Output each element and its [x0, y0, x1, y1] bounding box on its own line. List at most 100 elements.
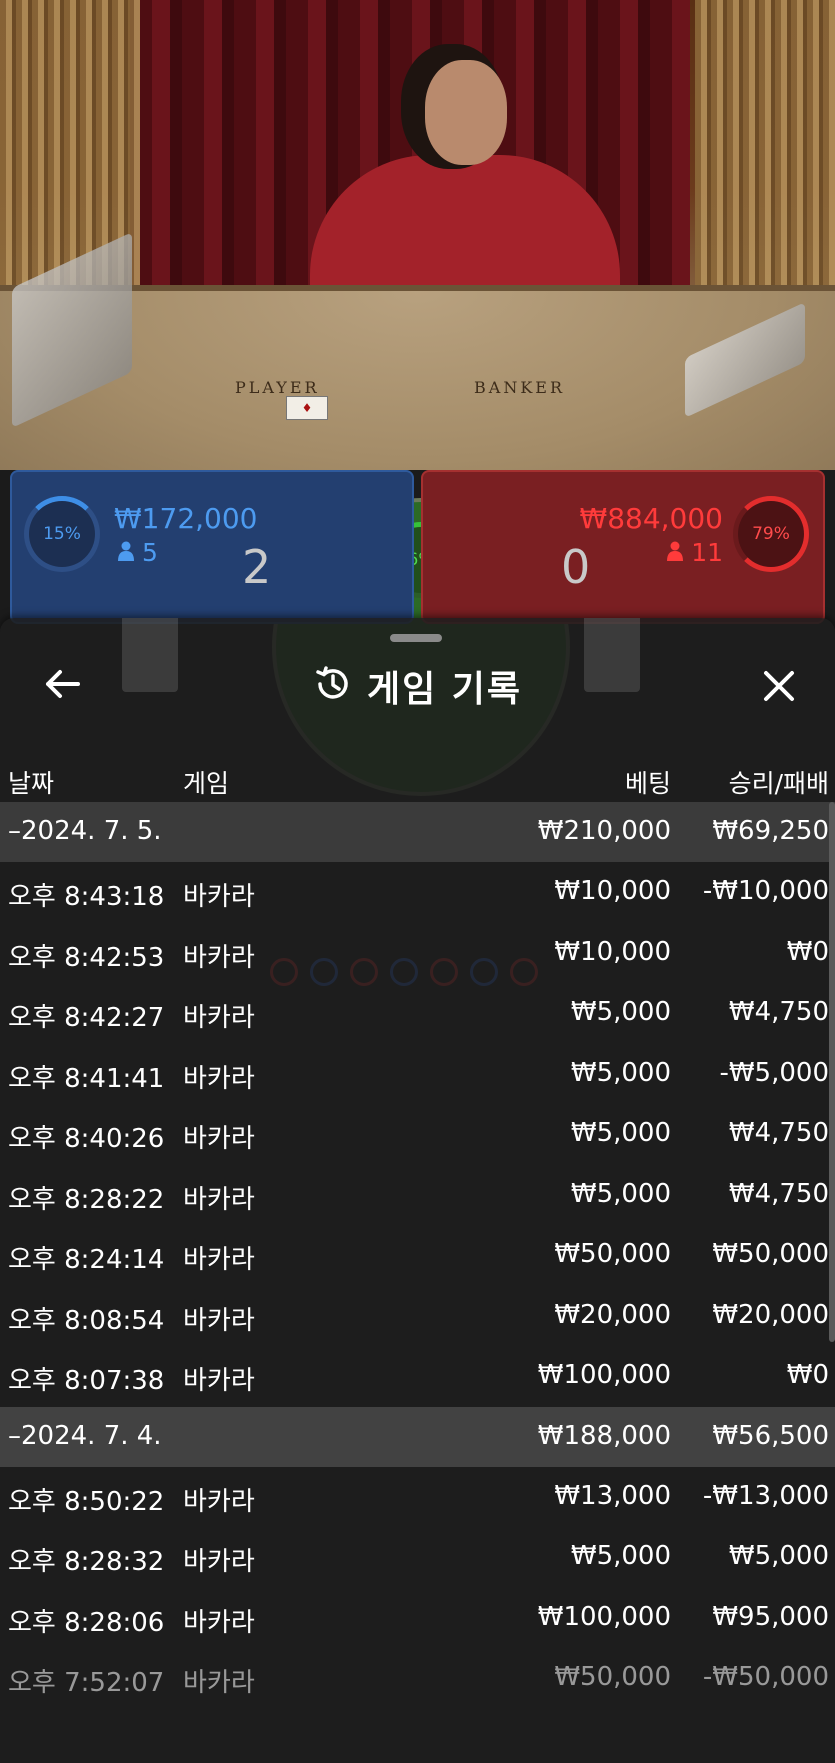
row-game: 바카라 [183, 1003, 255, 1033]
row-result: ₩5,000 [728, 1541, 829, 1571]
row-date: –2024. 7. 5. [8, 816, 162, 846]
column-header-result[interactable]: 승리/패배 [729, 764, 829, 800]
row-date: 오후 8:28:22 [8, 1184, 165, 1215]
player-bet-panel[interactable]: 15% ₩172,000 5 2 [10, 470, 414, 624]
person-icon [667, 538, 691, 567]
row-date: –2024. 7. 4. [8, 1420, 162, 1451]
table-row[interactable]: 오후 8:41:41 바카라 ₩5,000 -₩5,000 [0, 1044, 835, 1105]
history-clock-icon [313, 664, 353, 708]
sheet-title: 게임 기록 [366, 669, 522, 710]
table-row[interactable]: 오후 8:40:26 바카라 ₩5,000 ₩4,750 [0, 1104, 835, 1165]
row-bet: ₩10,000 [554, 876, 671, 906]
row-game: 바카라 [183, 1486, 255, 1517]
close-button[interactable] [753, 662, 805, 714]
row-result: ₩50,000 [712, 1239, 829, 1269]
row-bet: ₩50,000 [554, 1239, 671, 1269]
close-icon [762, 669, 796, 707]
row-game: 바카라 [183, 882, 255, 912]
column-header-game[interactable]: 게임 [183, 764, 229, 800]
row-bet: ₩20,000 [554, 1299, 671, 1330]
table-player-label: PLAYER [235, 378, 320, 397]
row-bet: ₩188,000 [537, 1420, 671, 1451]
player-score: 2 [242, 540, 272, 594]
dealer-head [425, 60, 507, 165]
table-row[interactable]: 오후 8:07:38 바카라 ₩100,000 ₩0 [0, 1346, 835, 1407]
row-date: 오후 7:52:07 [8, 1668, 165, 1698]
row-game: 바카라 [183, 1668, 255, 1698]
row-result: ₩4,750 [728, 997, 829, 1027]
row-result: ₩56,500 [712, 1420, 829, 1451]
table-row[interactable]: 오후 7:52:07 바카라 ₩50,000 -₩50,000 [0, 1648, 835, 1709]
row-result: -₩50,000 [702, 1662, 829, 1692]
row-date: 오후 8:42:27 [8, 1003, 165, 1033]
banker-total-amount: ₩884,000 [579, 502, 723, 535]
row-date: 오후 8:08:54 [8, 1305, 165, 1336]
row-game: 바카라 [183, 1245, 255, 1275]
row-bet: ₩50,000 [554, 1662, 671, 1692]
table-row[interactable]: 오후 8:42:53 바카라 ₩10,000 ₩0 [0, 923, 835, 984]
game-history-sheet: 게임 기록 날짜 게임 베팅 승리/패배 –2024. 7. 5. ₩210,00… [0, 618, 835, 1763]
row-result: -₩5,000 [719, 1057, 829, 1088]
row-date: 오후 8:24:14 [8, 1245, 165, 1275]
row-date: 오후 8:42:53 [8, 942, 165, 973]
sheet-header: 게임 기록 [0, 660, 835, 712]
banker-bettor-number: 11 [691, 538, 723, 567]
table-row[interactable]: 오후 8:50:22 바카라 ₩13,000 -₩13,000 [0, 1467, 835, 1528]
row-result: ₩69,250 [712, 816, 829, 846]
drag-handle[interactable] [390, 634, 442, 642]
table-row[interactable]: 오후 8:24:14 바카라 ₩50,000 ₩50,000 [0, 1225, 835, 1286]
row-bet: ₩5,000 [570, 1057, 671, 1088]
row-date: 오후 8:07:38 [8, 1366, 165, 1396]
row-game: 바카라 [183, 1607, 255, 1638]
banker-bet-panel[interactable]: 0 ₩884,000 11 79% [421, 470, 825, 624]
table-row[interactable]: 오후 8:42:27 바카라 ₩5,000 ₩4,750 [0, 983, 835, 1044]
row-game: 바카라 [183, 942, 255, 973]
row-bet: ₩100,000 [537, 1601, 671, 1632]
row-game: 바카라 [183, 1366, 255, 1396]
row-result: ₩4,750 [728, 1118, 829, 1148]
row-bet: ₩5,000 [570, 1178, 671, 1209]
row-result: -₩10,000 [702, 876, 829, 906]
player-percent-ring: 15% [24, 496, 100, 572]
table-banker-label: BANKER [474, 378, 565, 397]
table-row[interactable]: 오후 8:28:32 바카라 ₩5,000 ₩5,000 [0, 1527, 835, 1588]
date-group-row[interactable]: –2024. 7. 4. ₩188,000 ₩56,500 [0, 1406, 835, 1467]
row-date: 오후 8:43:18 [8, 882, 165, 912]
row-game: 바카라 [183, 1305, 255, 1336]
player-total-amount: ₩172,000 [114, 502, 258, 535]
scrollbar[interactable] [829, 802, 835, 1342]
table-row[interactable]: 오후 8:28:22 바카라 ₩5,000 ₩4,750 [0, 1165, 835, 1226]
table-row[interactable]: 오후 8:08:54 바카라 ₩20,000 ₩20,000 [0, 1286, 835, 1347]
table-row[interactable]: 오후 8:43:18 바카라 ₩10,000 -₩10,000 [0, 862, 835, 923]
row-game: 바카라 [183, 1063, 255, 1094]
row-result: ₩4,750 [728, 1178, 829, 1209]
column-header-date[interactable]: 날짜 [8, 764, 54, 800]
history-list: –2024. 7. 5. ₩210,000 ₩69,250 오후 8:43:18 바카라… [0, 802, 835, 1709]
player-percent: 15% [43, 524, 81, 544]
row-result: -₩13,000 [702, 1480, 829, 1511]
row-bet: ₩5,000 [570, 1541, 671, 1571]
curtain-right [695, 0, 835, 330]
playing-card: ♦ [286, 396, 328, 420]
row-result: ₩0 [786, 1360, 829, 1390]
banker-score: 0 [561, 540, 591, 594]
person-icon [118, 538, 142, 567]
date-group-row[interactable]: –2024. 7. 5. ₩210,000 ₩69,250 [0, 802, 835, 862]
row-date: 오후 8:40:26 [8, 1124, 165, 1154]
row-bet: ₩5,000 [570, 997, 671, 1027]
row-bet: ₩13,000 [554, 1480, 671, 1511]
row-result: ₩95,000 [712, 1601, 829, 1632]
banker-percent: 79% [752, 524, 790, 544]
column-header-bet[interactable]: 베팅 [625, 764, 671, 800]
table-header: 날짜 게임 베팅 승리/패배 [0, 756, 835, 806]
player-bettor-count: 5 [118, 538, 158, 567]
table-row[interactable]: 오후 8:28:06 바카라 ₩100,000 ₩95,000 [0, 1588, 835, 1649]
row-bet: ₩100,000 [537, 1360, 671, 1390]
row-bet: ₩5,000 [570, 1118, 671, 1148]
row-result: ₩0 [786, 936, 829, 967]
row-date: 오후 8:41:41 [8, 1063, 165, 1094]
row-date: 오후 8:28:32 [8, 1547, 165, 1577]
row-result: ₩20,000 [712, 1299, 829, 1330]
row-game: 바카라 [183, 1547, 255, 1577]
live-dealer-video: PLAYER BANKER ♦ [0, 0, 835, 470]
